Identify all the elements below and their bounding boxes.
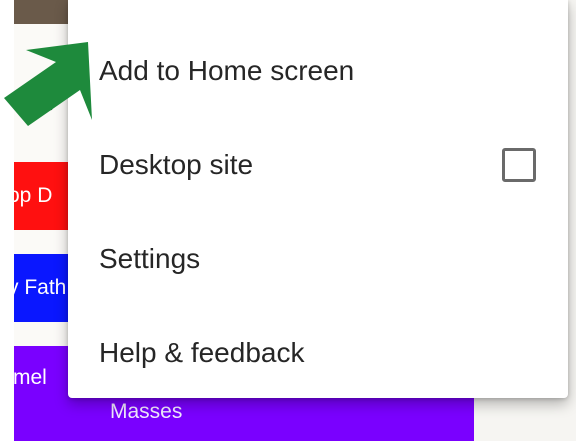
screen: Pa op D y Fath rmel Masses Add to Home s… (0, 0, 576, 441)
menu-item-label: Add to Home screen (99, 55, 355, 86)
menu-item-add-to-home-screen[interactable]: Add to Home screen (68, 24, 568, 118)
green-arrow-icon (4, 42, 92, 126)
masses-label: Masses (110, 400, 183, 423)
menu-item-label: Settings (99, 243, 201, 274)
menu-item-desktop-site[interactable]: Desktop site (68, 118, 568, 212)
desktop-site-checkbox[interactable] (502, 148, 536, 182)
menu-item-label: Help & feedback (99, 337, 305, 368)
page-button-blue-label: y Fath (14, 276, 67, 299)
page-button-red-label: op D (14, 184, 53, 207)
page-button-purple-label: rmel (14, 366, 47, 389)
menu-item-label: Desktop site (99, 149, 254, 180)
menu-item-settings[interactable]: Settings (68, 212, 568, 306)
arrow-shape (4, 42, 92, 126)
menu-item-help-feedback[interactable]: Help & feedback (68, 306, 568, 400)
browser-overflow-menu: Add to Home screen Desktop site Settings… (68, 0, 568, 398)
